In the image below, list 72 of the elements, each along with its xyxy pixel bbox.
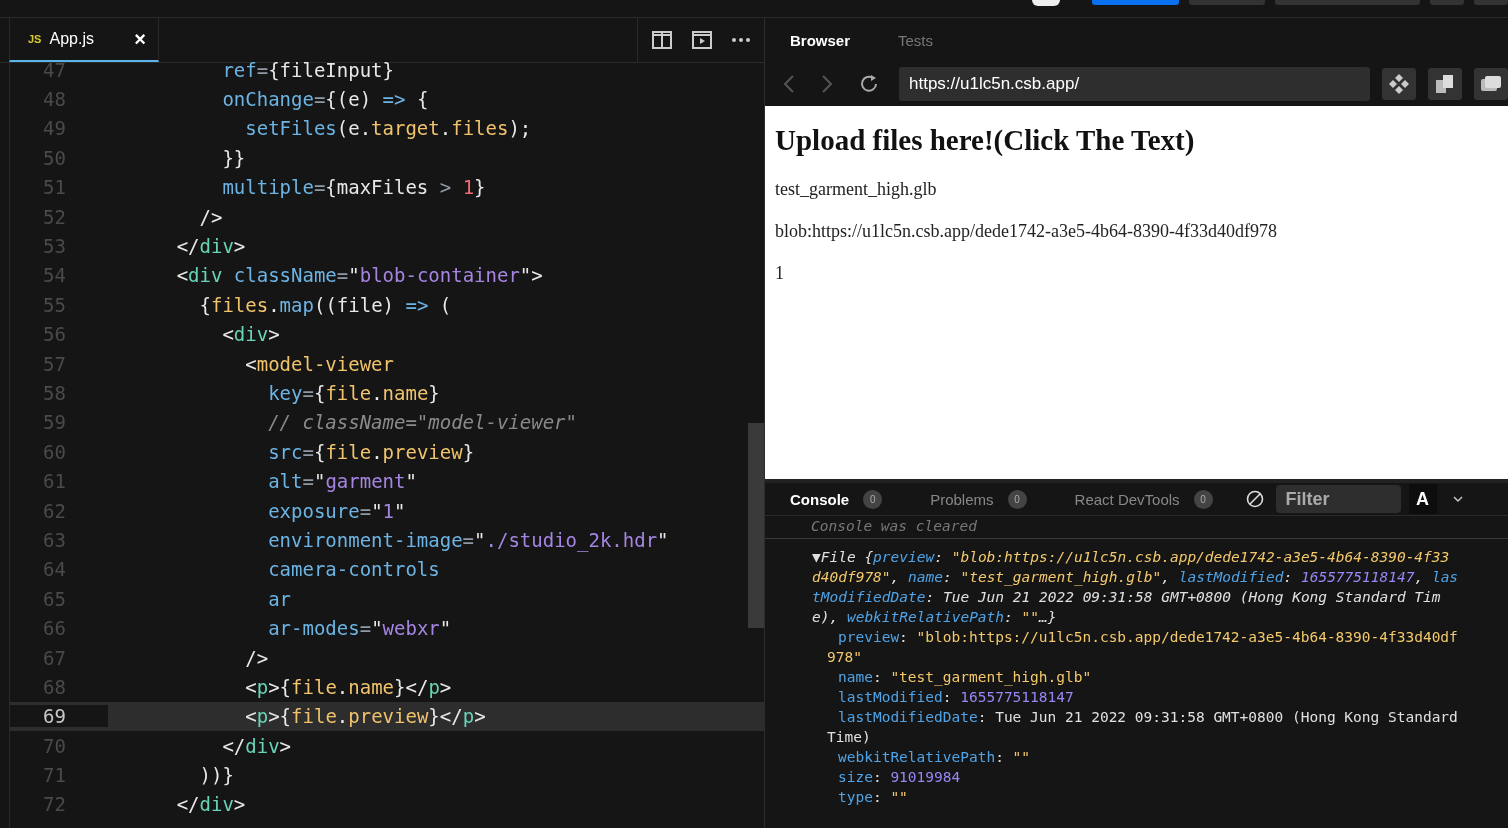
copy-icon <box>1434 73 1456 95</box>
code-line: onChange={(e) => { <box>221 88 429 111</box>
code-line: ar-modes="webxr" <box>267 617 452 640</box>
code-line: alt="garment" <box>267 470 417 493</box>
window-button[interactable] <box>1474 68 1508 100</box>
forward-icon[interactable] <box>821 75 833 93</box>
console-output: ▼File {preview: "blob:https://u1lc5n.csb.app/dede1742-a3e5-4b64-8390-4f33 <box>812 548 1451 567</box>
code-line: /> <box>244 646 269 669</box>
code-line: key={file.name} <box>267 382 440 404</box>
console-output: e), webkitRelativePath: ""…} <box>812 608 1058 627</box>
code-line: <div className="blob-container"> <box>175 264 543 287</box>
code-line: environment-image="./studio_2k.hdr" <box>267 528 669 551</box>
console-output: lastModified: 1655775118147 <box>837 688 1075 707</box>
filter-field[interactable]: Filter <box>1275 485 1401 513</box>
console-message: Console was cleared <box>765 516 1508 539</box>
code-line: <p>{file.preview}</p> <box>244 705 486 728</box>
console-output: Time) <box>826 728 872 747</box>
open-new-window-button[interactable] <box>1428 68 1462 100</box>
code-line: ar <box>267 587 292 610</box>
code-line: camera-controls <box>267 558 440 581</box>
code-line: <div> <box>221 323 280 346</box>
page-heading: Upload files here!(Click The Text) <box>775 124 1196 157</box>
url-field[interactable]: https://u1lc5n.csb.app/ <box>899 67 1370 101</box>
more-icon[interactable] <box>732 38 750 42</box>
console-output: size: 91019984 <box>837 768 962 787</box>
code-line: // className="model-viewer" <box>267 411 577 434</box>
code-line: }} <box>221 146 246 169</box>
back-icon[interactable] <box>783 75 795 93</box>
code-line: <model-viewer <box>244 352 394 375</box>
font-button[interactable]: A <box>1408 484 1437 514</box>
console-output: webkitRelativePath: "" <box>837 748 1032 767</box>
js-file-icon: JS <box>28 33 42 45</box>
console-output: preview: "blob:https://u1lc5n.csb.app/dede1742-a3e5-4b64-8390-4f33d40df <box>837 628 1459 647</box>
reload-icon[interactable] <box>859 74 879 94</box>
code-line: </div> <box>175 235 246 258</box>
panel-tab[interactable]: Tests <box>898 31 934 49</box>
code-line: </div> <box>175 793 246 816</box>
page-text: test_garment_high.glb <box>775 179 938 200</box>
console-output: type: "" <box>837 788 909 807</box>
preview-icon[interactable] <box>692 31 712 49</box>
scrollbar[interactable] <box>748 423 764 628</box>
code-line: <p>{file.name}</p> <box>244 675 452 698</box>
split-editor-icon[interactable] <box>652 31 672 49</box>
code-line: /> <box>198 205 223 228</box>
file-tab[interactable]: JS App.js × <box>9 18 159 62</box>
code-line: </div> <box>221 734 292 757</box>
console-output: d40df978", name: "test_garment_high.glb", lastModified: 1655775118147, las <box>812 568 1460 587</box>
panel-tab[interactable]: Browser <box>790 31 851 49</box>
code-line: src={file.preview} <box>267 440 475 463</box>
diamond-grid-icon <box>1388 73 1410 95</box>
code-line: multiple={maxFiles > 1} <box>221 176 486 199</box>
console-output: name: "test_garment_high.glb" <box>837 668 1093 687</box>
console-tab[interactable]: Problems 0 <box>930 489 1027 509</box>
avatar-icon[interactable] <box>1032 0 1060 6</box>
code-line: setFiles(e.target.files); <box>244 117 532 140</box>
devtools-button[interactable] <box>1382 68 1416 100</box>
console-tab[interactable]: Console 0 <box>790 489 883 509</box>
code-line: ref={fileInput} <box>221 58 394 81</box>
page-text: 1 <box>775 263 785 284</box>
console-output: tModifiedDate: Tue Jun 21 2022 09:31:58 GMT+0800 (Hong Kong Standard Tim <box>812 588 1442 607</box>
console-output: 978" <box>826 648 863 667</box>
close-icon[interactable]: × <box>134 27 146 51</box>
clear-icon[interactable] <box>1245 490 1264 508</box>
console-output: lastModifiedDate: Tue Jun 21 2022 09:31:58 GMT+0800 (Hong Kong Standard <box>837 708 1459 727</box>
line-number: 69 <box>10 705 108 728</box>
chevron-down-icon[interactable] <box>1452 496 1463 502</box>
code-line: {files.map((file) => ( <box>198 293 452 316</box>
code-line: ))} <box>198 764 234 787</box>
tab-label: App.js <box>49 30 95 48</box>
console-tab[interactable]: React DevTools 0 <box>1074 489 1213 509</box>
code-line: exposure="1" <box>267 499 406 522</box>
page-text: blob:https://u1lc5n.csb.app/dede1742-a3e5-4b64-8390-4f33d40df978 <box>775 221 1278 242</box>
